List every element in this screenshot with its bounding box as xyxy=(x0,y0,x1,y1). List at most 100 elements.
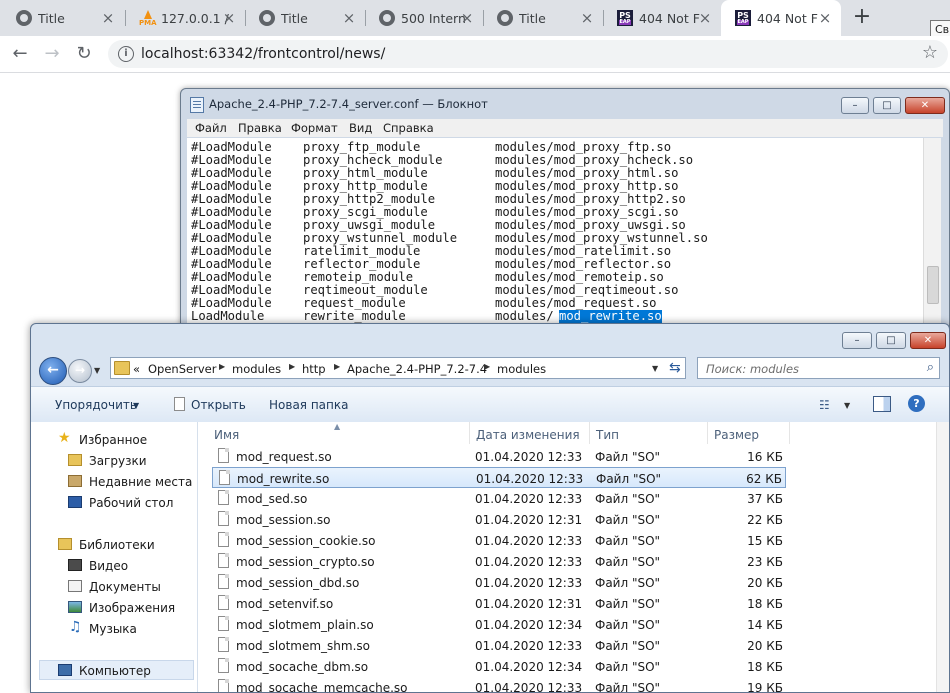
chevron-right-icon[interactable]: ▶ xyxy=(484,362,490,371)
chevron-down-icon[interactable]: ▼ xyxy=(133,401,139,410)
address-bar[interactable]: i localhost:63342/frontcontrol/news/ ☆ xyxy=(108,40,948,68)
column-date[interactable]: Дата изменения xyxy=(470,422,590,444)
tab-1[interactable]: Title × xyxy=(2,0,124,36)
table-row[interactable]: mod_socache_dbm.so 01.04.2020 12:34 Файл "… xyxy=(212,656,786,677)
menu-edit[interactable]: Правка xyxy=(238,121,282,135)
table-row[interactable]: mod_sed.so 01.04.2020 12:33 Файл "SO" 37 КБ xyxy=(212,488,786,509)
globe-icon xyxy=(16,10,32,26)
search-input[interactable]: Поиск: modules ⌕ xyxy=(697,357,940,379)
close-button[interactable]: ✕ xyxy=(905,97,945,114)
table-row[interactable]: mod_slotmem_plain.so 01.04.2020 12:34 Файл… xyxy=(212,614,786,635)
chevron-right-icon[interactable]: ▶ xyxy=(219,362,225,371)
organize-button[interactable]: Упорядочить xyxy=(55,398,137,412)
minimize-button[interactable]: – xyxy=(842,332,872,349)
new-tab-button[interactable]: + xyxy=(852,6,872,28)
search-placeholder: Поиск: modules xyxy=(706,362,800,376)
table-row[interactable]: mod_setenvif.so 01.04.2020 12:31 Файл "SO"… xyxy=(212,593,786,614)
table-row[interactable]: mod_session_cookie.so 01.04.2020 12:33 Фай… xyxy=(212,530,786,551)
file-type: Файл "SO" xyxy=(595,513,661,527)
nav-music[interactable]: ♫ Музыка xyxy=(31,619,197,639)
view-options-icon[interactable]: ☷ xyxy=(819,398,830,412)
menu-view[interactable]: Вид xyxy=(349,121,372,135)
nav-documents[interactable]: Документы xyxy=(31,577,197,597)
nav-downloads[interactable]: Загрузки xyxy=(31,451,197,471)
maximize-button[interactable]: □ xyxy=(873,97,901,114)
phpstorm-icon: PS EAP xyxy=(617,10,633,26)
tab-label: Title xyxy=(38,10,65,26)
column-size[interactable]: Размер xyxy=(708,422,790,444)
column-name[interactable]: Имя ▲ xyxy=(208,422,470,444)
tab-2[interactable]: PMA 127.0.0.1 / × xyxy=(125,0,245,36)
reload-icon[interactable]: ↻ xyxy=(74,44,94,64)
back-arrow-icon[interactable]: ← xyxy=(39,357,67,385)
tab-3[interactable]: Title × xyxy=(245,0,365,36)
table-row[interactable]: mod_request.so 01.04.2020 12:33 Файл "SO" 1… xyxy=(212,446,786,467)
minimize-button[interactable]: – xyxy=(841,97,869,114)
preview-pane-icon[interactable] xyxy=(873,396,891,412)
forward-arrow-icon[interactable]: → xyxy=(42,44,62,64)
tab-4[interactable]: 500 Intern × xyxy=(365,0,483,36)
menu-format[interactable]: Формат xyxy=(291,121,338,135)
bookmark-star-icon[interactable]: ☆ xyxy=(922,42,938,63)
history-dropdown-icon[interactable]: ▼ xyxy=(94,366,100,375)
table-row[interactable]: mod_session_crypto.so 01.04.2020 12:33 Фай… xyxy=(212,551,786,572)
table-row[interactable]: mod_session.so 01.04.2020 12:31 Файл "SO" 2… xyxy=(212,509,786,530)
close-icon[interactable]: × xyxy=(100,10,116,26)
maximize-button[interactable]: □ xyxy=(876,332,906,349)
close-icon[interactable]: × xyxy=(579,10,595,26)
tab-5[interactable]: Title × xyxy=(483,0,603,36)
vertical-scrollbar[interactable] xyxy=(936,422,949,692)
file-date: 01.04.2020 12:34 xyxy=(475,660,583,674)
nav-images[interactable]: Изображения xyxy=(31,598,197,618)
tab-6[interactable]: PS EAP 404 Not F × xyxy=(603,0,721,36)
table-row-selected[interactable]: mod_rewrite.so 01.04.2020 12:33 Файл "SO" 6… xyxy=(212,467,786,488)
file-type: Файл "SO" xyxy=(595,492,661,506)
breadcrumb-modules[interactable]: modules xyxy=(232,362,281,376)
tab-label: 404 Not F xyxy=(639,10,700,26)
nav-desktop[interactable]: Рабочий стол xyxy=(31,493,197,513)
chevron-right-icon[interactable]: ▶ xyxy=(289,362,295,371)
nav-recent[interactable]: Недавние места xyxy=(31,472,197,492)
refresh-icon[interactable]: ⇆ xyxy=(669,360,681,376)
search-icon[interactable]: ⌕ xyxy=(927,360,934,375)
table-row[interactable]: mod_slotmem_shm.so 01.04.2020 12:33 Файл "… xyxy=(212,635,786,656)
breadcrumb-openserver[interactable]: OpenServer xyxy=(148,362,216,376)
open-button[interactable]: Открыть xyxy=(191,398,246,412)
nav-favorites[interactable]: ★ Избранное xyxy=(31,430,197,450)
nav-computer[interactable]: Компьютер xyxy=(39,660,194,680)
close-icon[interactable]: × xyxy=(817,10,833,26)
vertical-scrollbar[interactable] xyxy=(923,138,941,337)
breadcrumb-modules-current[interactable]: modules xyxy=(497,362,546,376)
help-icon[interactable]: ? xyxy=(908,395,925,412)
close-icon[interactable]: × xyxy=(221,10,237,26)
url-text[interactable]: localhost:63342/frontcontrol/news/ xyxy=(141,46,385,62)
scrollbar-thumb[interactable] xyxy=(927,266,939,304)
file-name: mod_request.so xyxy=(236,450,332,464)
menu-file[interactable]: Файл xyxy=(195,121,227,135)
close-icon[interactable]: × xyxy=(697,10,713,26)
breadcrumb-apache[interactable]: Apache_2.4-PHP_7.2-7.4 xyxy=(347,362,487,376)
nav-libraries[interactable]: Библиотеки xyxy=(31,535,197,555)
address-bar[interactable]: « OpenServer ▶ modules ▶ http ▶ Apache_2… xyxy=(110,357,686,379)
tab-7-active[interactable]: PS EAP 404 Not F × xyxy=(721,0,841,36)
nav-video[interactable]: Видео xyxy=(31,556,197,576)
chevron-down-icon[interactable]: ▼ xyxy=(844,401,850,410)
column-type[interactable]: Тип xyxy=(590,422,708,444)
close-button[interactable]: ✕ xyxy=(910,332,946,349)
table-row[interactable]: mod_session_dbd.so 01.04.2020 12:33 Файл "… xyxy=(212,572,786,593)
command-bar: Упорядочить ▼ Открыть Новая папка ☷ ▼ ? xyxy=(31,386,949,423)
info-icon[interactable]: i xyxy=(118,46,134,62)
file-type: Файл "SO" xyxy=(595,597,661,611)
close-icon[interactable]: × xyxy=(341,10,357,26)
file-date: 01.04.2020 12:31 xyxy=(475,513,583,527)
menu-help[interactable]: Справка xyxy=(383,121,434,135)
close-icon[interactable]: × xyxy=(459,10,475,26)
breadcrumb-http[interactable]: http xyxy=(302,362,326,376)
forward-arrow-icon[interactable]: → xyxy=(68,359,92,383)
chevron-down-icon[interactable]: ▼ xyxy=(652,364,658,373)
breadcrumb-overflow[interactable]: « xyxy=(133,362,140,376)
chevron-right-icon[interactable]: ▶ xyxy=(334,362,340,371)
new-folder-button[interactable]: Новая папка xyxy=(269,398,348,412)
back-arrow-icon[interactable]: ← xyxy=(10,44,30,64)
text-area[interactable]: #LoadModule proxy_ftp_module modules/mod_p… xyxy=(187,138,923,337)
